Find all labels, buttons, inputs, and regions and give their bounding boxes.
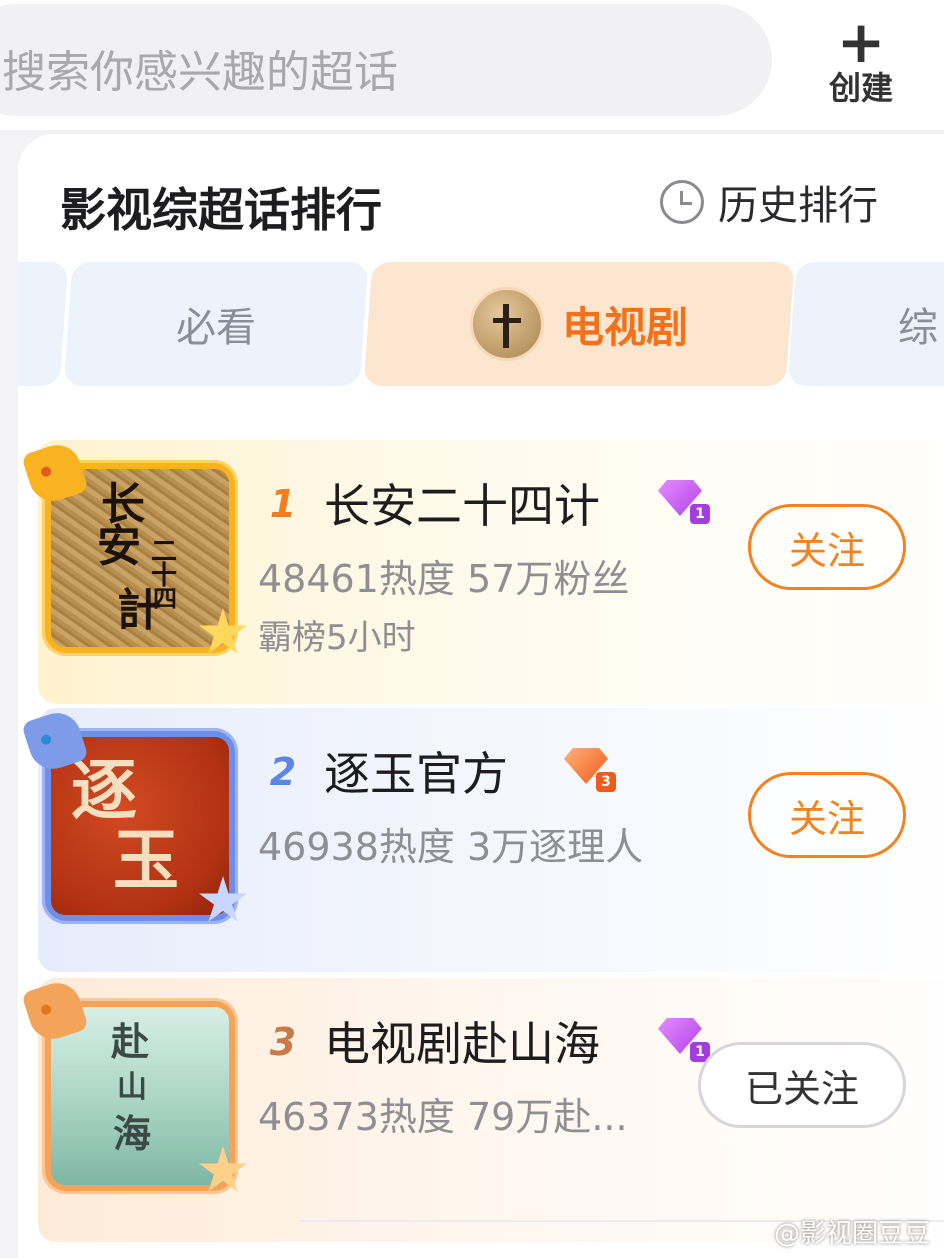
- level-number: 3: [596, 772, 616, 792]
- rank-number: 1: [269, 482, 297, 526]
- section-title: 影视综超话排行: [60, 183, 382, 237]
- tab-label: 综: [898, 305, 938, 351]
- search-bar[interactable]: 搜索你感兴趣的超话: [0, 4, 772, 116]
- plus-icon: +: [836, 8, 886, 76]
- tab-tv-drama[interactable]: 电视剧: [363, 262, 795, 386]
- tab-variety[interactable]: 综: [787, 262, 944, 386]
- history-ranking-link[interactable]: 历史排行: [660, 174, 878, 230]
- topic-name[interactable]: 逐玉官方: [324, 738, 508, 804]
- cover-text: 山: [117, 1070, 147, 1105]
- search-input[interactable]: 搜索你感兴趣的超话: [2, 36, 398, 100]
- purple-gem-icon: 1: [658, 480, 710, 524]
- tab-label: 必看: [176, 305, 256, 351]
- level-number: 1: [690, 504, 710, 524]
- cover-image: 逐 玉: [51, 737, 229, 915]
- cover-text: 安: [97, 521, 141, 572]
- rank-number: 3: [269, 1020, 297, 1064]
- followed-button[interactable]: 已关注: [698, 1042, 906, 1128]
- topic-stats: 46373热度 79万赴...: [258, 1095, 628, 1139]
- watermark: @影视圈豆豆: [773, 1219, 930, 1249]
- clock-icon: [660, 180, 704, 224]
- rank-number: 2: [269, 750, 297, 794]
- topic-stats: 48461热度 57万粉丝: [258, 557, 630, 601]
- orange-gem-icon: 3: [564, 748, 616, 792]
- cover-text: 逐: [71, 751, 137, 829]
- cover-text: 赴: [111, 1019, 150, 1064]
- cover-text: 玉: [113, 821, 179, 899]
- tab-drama-avatar: [469, 287, 544, 361]
- cover-image: 赴 山 海: [51, 1007, 229, 1185]
- history-ranking-label: 历史排行: [718, 183, 878, 229]
- topic-stats: 46938热度 3万逐理人: [258, 825, 644, 869]
- ranking-row[interactable]: 长 安 二 十 四 計 1 长安二十四计 1 48461热度 57万粉丝 霸榜5…: [18, 438, 944, 704]
- purple-gem-icon: 1: [658, 1018, 710, 1062]
- follow-button[interactable]: 关注: [748, 504, 906, 590]
- cover-image: 长 安 二 十 四 計: [51, 469, 229, 647]
- tab-label: 电视剧: [561, 302, 688, 352]
- topic-name[interactable]: 电视剧赴山海: [324, 1008, 600, 1074]
- follow-button[interactable]: 关注: [748, 772, 906, 858]
- topic-extra: 霸榜5小时: [258, 618, 416, 658]
- tab-bikan[interactable]: 必看: [63, 262, 369, 386]
- tab-previous[interactable]: [18, 262, 69, 386]
- category-tabs: 必看 电视剧 综: [18, 262, 944, 386]
- ranking-row[interactable]: 逐 玉 2 逐玉官方 3 46938热度 3万逐理人 关注: [18, 706, 944, 972]
- cover-text: 計: [117, 585, 161, 636]
- topic-name[interactable]: 长安二十四计: [324, 470, 600, 536]
- create-label: 创建: [828, 69, 893, 107]
- create-button[interactable]: + 创建: [816, 8, 906, 112]
- top-bar: 搜索你感兴趣的超话 + 创建: [0, 0, 944, 130]
- ranking-card: 影视综超话排行 历史排行 必看 电视剧 综 长 安 二 十 四 計 1 长安二十…: [18, 134, 944, 1258]
- ranking-row[interactable]: 赴 山 海 3 电视剧赴山海 1 46373热度 79万赴... 已关注: [18, 976, 944, 1242]
- cover-text: 海: [113, 1111, 152, 1156]
